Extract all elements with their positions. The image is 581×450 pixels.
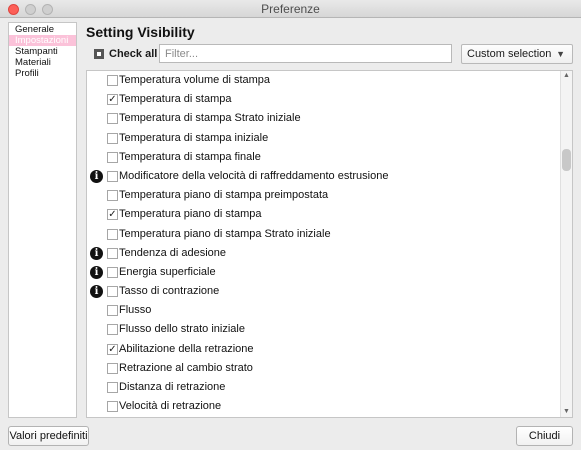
setting-label: Temperatura di stampa — [119, 93, 232, 106]
setting-checkbox[interactable] — [107, 75, 118, 86]
visibility-preset-select[interactable]: Custom selection ▼ — [461, 44, 573, 64]
setting-checkbox[interactable] — [107, 113, 118, 125]
setting-row[interactable]: ✓ Temperatura di stampa — [87, 90, 572, 109]
setting-label: Temperatura volume di stampa — [119, 74, 271, 86]
setting-label: Tendenza di adesione — [119, 246, 227, 259]
setting-checkbox[interactable] — [107, 401, 118, 413]
setting-row[interactable]: Temperatura piano di stampa preimpostata — [87, 186, 572, 205]
setting-label: Temperatura di stampa iniziale — [119, 131, 269, 144]
window-titlebar: Preferenze — [0, 0, 581, 18]
setting-checkbox[interactable] — [107, 247, 118, 259]
scroll-down-arrow-icon[interactable]: ▼ — [561, 407, 572, 417]
setting-row[interactable]: Temperatura piano di stampa Strato inizi… — [87, 225, 572, 244]
page-title: Setting Visibility — [86, 24, 195, 40]
setting-checkbox[interactable]: ✓ — [107, 94, 118, 106]
sidebar-item-impostazioni[interactable]: Impostazioni — [9, 35, 76, 46]
reset-defaults-button[interactable]: Valori predefiniti — [8, 426, 89, 446]
setting-checkbox[interactable] — [107, 305, 118, 317]
setting-checkbox[interactable] — [107, 151, 118, 163]
setting-checkbox[interactable]: ✓ — [107, 343, 118, 355]
setting-checkbox[interactable] — [107, 132, 118, 144]
sidebar-item-stampanti[interactable]: Stampanti — [9, 46, 76, 57]
check-all-label: Check all — [109, 48, 158, 60]
sidebar-item-profili[interactable]: Profili — [9, 68, 76, 79]
setting-checkbox[interactable] — [107, 382, 118, 393]
setting-label: Abilitazione della retrazione — [119, 342, 254, 355]
scrollbar-thumb[interactable] — [562, 149, 571, 171]
setting-label: Flusso dello strato iniziale — [119, 323, 245, 336]
scroll-up-arrow-icon[interactable]: ▲ — [561, 71, 572, 81]
close-button[interactable]: Chiudi — [516, 426, 573, 446]
setting-label: Distanza di retrazione — [119, 381, 226, 393]
setting-checkbox[interactable] — [107, 170, 118, 182]
setting-row[interactable]: Distanza di retrazione — [87, 378, 572, 397]
checkmark-icon: ✓ — [108, 94, 117, 106]
info-icon[interactable]: i — [90, 246, 103, 260]
visibility-preset-value: Custom selection — [467, 48, 552, 60]
setting-row[interactable]: i Energia superficiale — [87, 263, 572, 282]
setting-row[interactable]: ✓ Abilitazione della retrazione — [87, 340, 572, 359]
settings-scrollbar[interactable]: ▲ ▼ — [560, 71, 572, 417]
setting-row[interactable]: Temperatura di stampa iniziale — [87, 129, 572, 148]
check-all-checkbox[interactable]: Check all — [94, 48, 157, 60]
setting-checkbox[interactable] — [107, 228, 118, 240]
setting-row[interactable]: i Tendenza di adesione — [87, 244, 572, 263]
settings-list-panel: Temperatura volume di stampa ✓ Temperatura… — [86, 70, 573, 418]
setting-checkbox[interactable] — [107, 362, 118, 374]
setting-row[interactable]: Flusso — [87, 301, 572, 320]
setting-checkbox[interactable] — [107, 190, 118, 202]
chevron-down-icon: ▼ — [556, 49, 565, 59]
setting-row[interactable]: i Modificatore della velocità di raffredd… — [87, 167, 572, 186]
setting-label: Retrazione al cambio strato — [119, 361, 253, 374]
setting-label: Flusso — [119, 304, 152, 317]
checkmark-icon: ✓ — [108, 343, 117, 355]
filter-input[interactable] — [159, 44, 452, 63]
setting-row[interactable]: Velocità di retrazione — [87, 397, 572, 416]
sidebar-item-materiali[interactable]: Materiali — [9, 57, 76, 68]
sidebar-item-generale[interactable]: Generale — [9, 24, 76, 35]
setting-label: Energia superficiale — [119, 265, 216, 278]
info-icon[interactable]: i — [90, 285, 103, 299]
setting-label: Temperatura piano di stampa — [119, 208, 262, 221]
setting-row[interactable]: Temperatura di stampa Strato iniziale — [87, 109, 572, 128]
setting-row[interactable]: i Tasso di contrazione — [87, 282, 572, 301]
setting-checkbox[interactable]: ✓ — [107, 209, 118, 221]
setting-row[interactable]: Temperatura volume di stampa — [87, 71, 572, 90]
setting-label: Temperatura di stampa finale — [119, 150, 261, 163]
setting-label: Temperatura piano di stampa Strato inizi… — [119, 227, 331, 240]
info-icon[interactable]: i — [90, 265, 103, 279]
checkmark-icon: ✓ — [108, 209, 117, 221]
setting-label: Velocità di retrazione — [119, 400, 222, 413]
setting-row[interactable]: Temperatura di stampa finale — [87, 148, 572, 167]
check-all-box[interactable] — [94, 49, 104, 59]
window-title: Preferenze — [261, 2, 320, 16]
setting-checkbox[interactable] — [107, 266, 118, 278]
setting-checkbox[interactable] — [107, 324, 118, 336]
info-icon[interactable]: i — [90, 169, 103, 183]
setting-label: Tasso di contrazione — [119, 285, 220, 298]
setting-label: Temperatura piano di stampa preimpostata — [119, 189, 329, 202]
setting-row[interactable]: Retrazione al cambio strato — [87, 359, 572, 378]
setting-row[interactable]: Flusso dello strato iniziale — [87, 320, 572, 339]
setting-label: Temperatura di stampa Strato iniziale — [119, 112, 301, 125]
preferences-sidebar: Generale Impostazioni Stampanti Materiali Pr… — [8, 22, 77, 418]
setting-row[interactable]: ✓ Temperatura piano di stampa — [87, 205, 572, 224]
setting-label: Modificatore della velocità di raffredda… — [119, 169, 389, 182]
setting-checkbox[interactable] — [107, 286, 118, 298]
